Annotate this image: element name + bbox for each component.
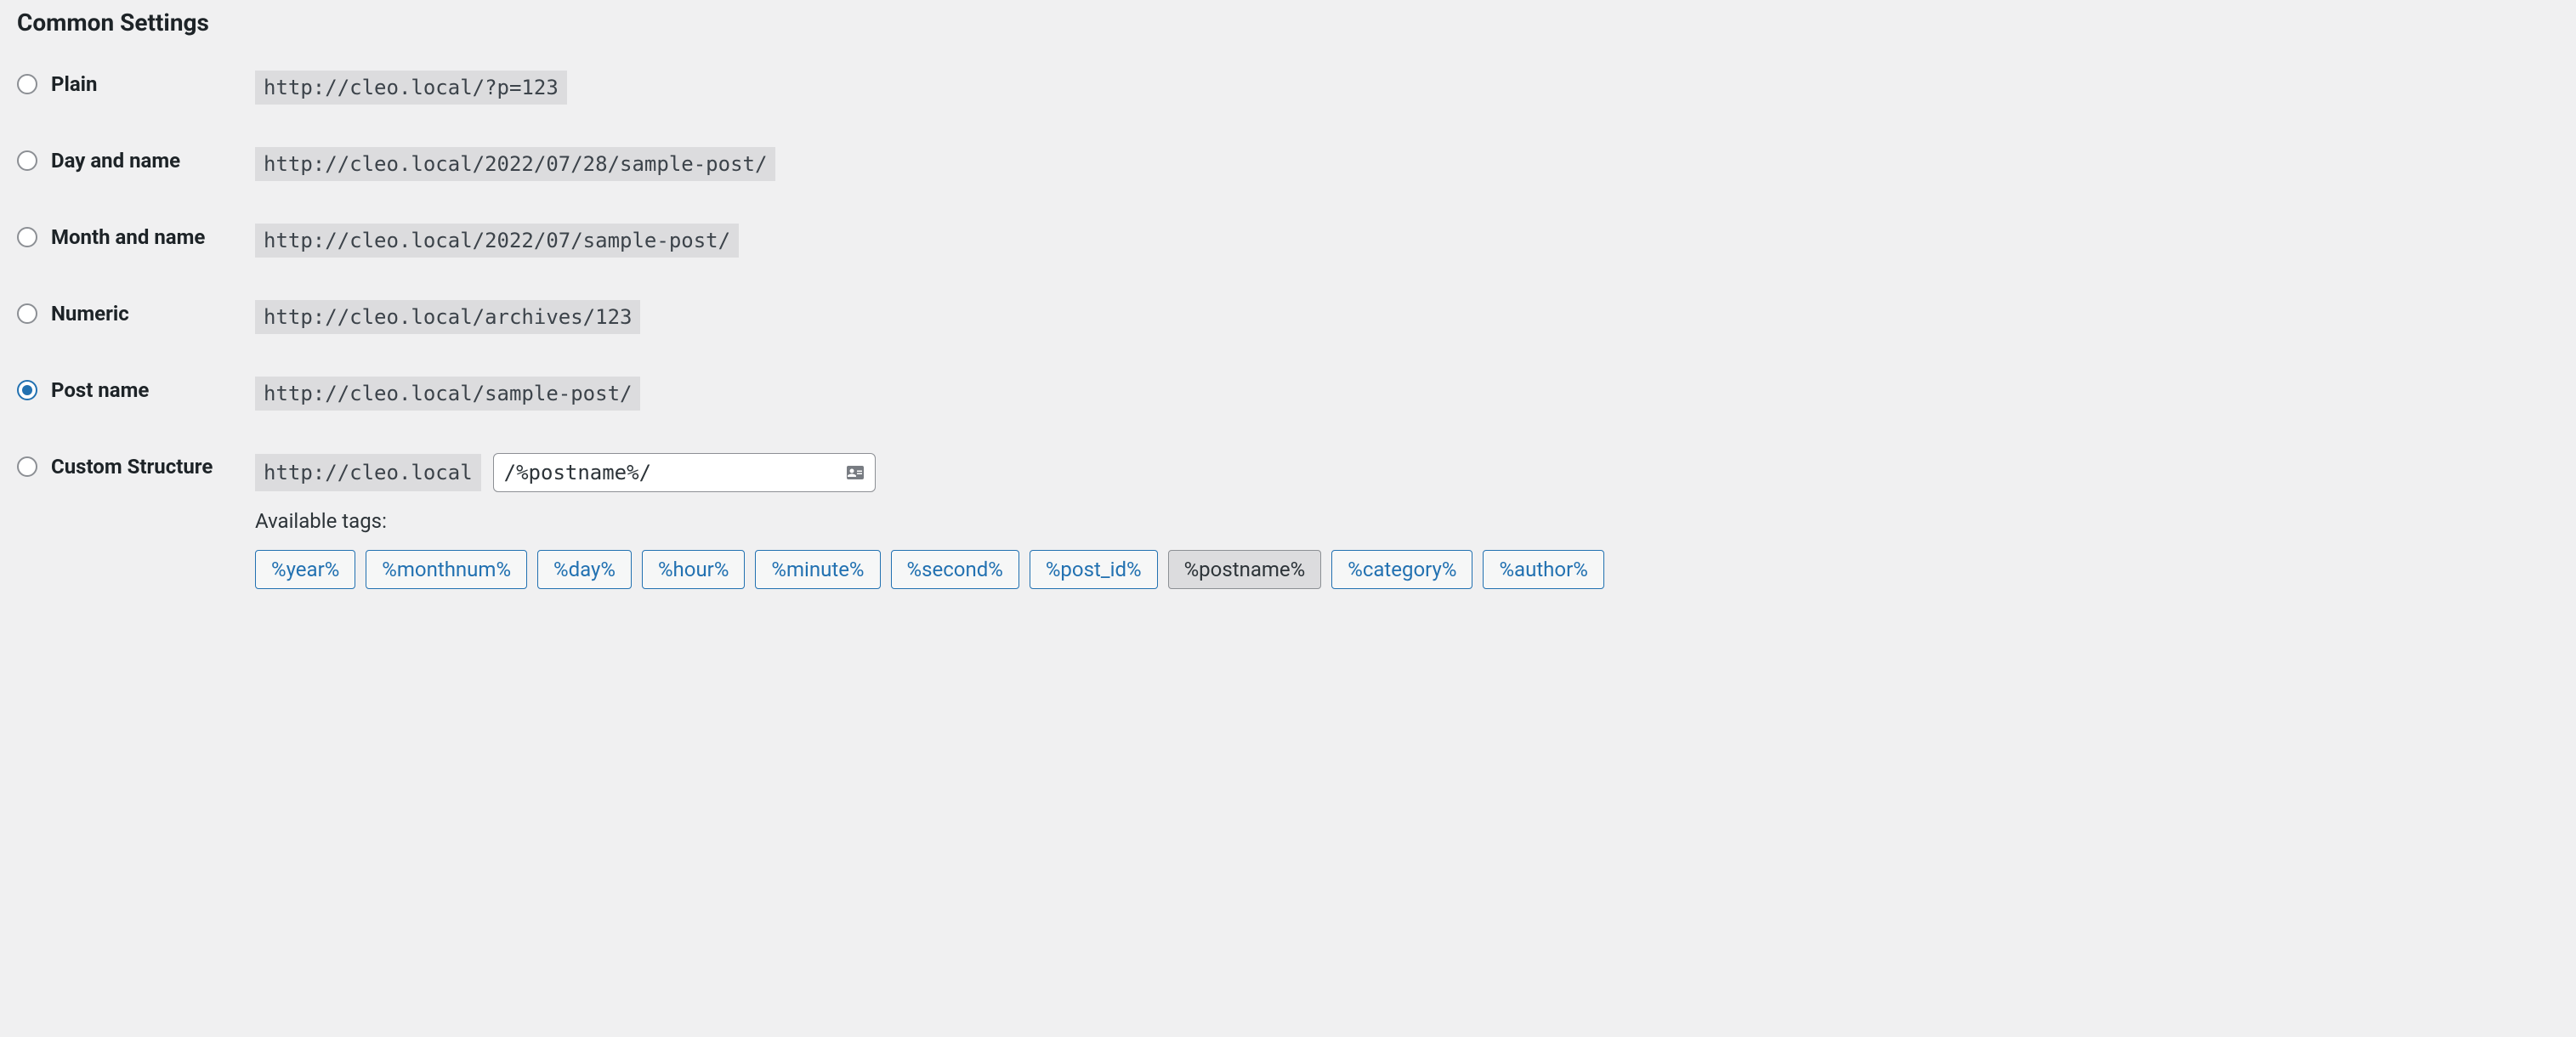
label-day-name: Day and name — [51, 149, 180, 173]
sample-month-name: http://cleo.local/2022/07/sample-post/ — [255, 224, 739, 258]
tag-category[interactable]: %category% — [1331, 550, 1472, 589]
tags-list: %year% %monthnum% %day% %hour% %minute% … — [255, 550, 2559, 589]
tag-hour[interactable]: %hour% — [642, 550, 745, 589]
radio-day-name[interactable] — [17, 150, 37, 171]
tag-post-id[interactable]: %post_id% — [1030, 550, 1158, 589]
option-row-day-name: Day and name http://cleo.local/2022/07/2… — [17, 147, 2559, 181]
custom-prefix: http://cleo.local — [255, 454, 481, 491]
permalink-settings-table: Plain http://cleo.local/?p=123 Day and n… — [17, 71, 2559, 589]
tag-day[interactable]: %day% — [537, 550, 632, 589]
radio-month-name[interactable] — [17, 227, 37, 247]
option-row-numeric: Numeric http://cleo.local/archives/123 — [17, 300, 2559, 334]
label-post-name: Post name — [51, 378, 149, 402]
tag-monthnum[interactable]: %monthnum% — [366, 550, 527, 589]
label-month-name: Month and name — [51, 225, 205, 249]
tag-author[interactable]: %author% — [1483, 550, 1603, 589]
tag-minute[interactable]: %minute% — [755, 550, 880, 589]
sample-numeric: http://cleo.local/archives/123 — [255, 300, 640, 334]
radio-numeric[interactable] — [17, 303, 37, 324]
sample-post-name: http://cleo.local/sample-post/ — [255, 377, 640, 411]
tag-postname[interactable]: %postname% — [1168, 550, 1322, 589]
option-row-post-name: Post name http://cleo.local/sample-post/ — [17, 377, 2559, 411]
label-plain: Plain — [51, 72, 97, 96]
label-numeric: Numeric — [51, 302, 129, 326]
tag-second[interactable]: %second% — [891, 550, 1019, 589]
radio-post-name[interactable] — [17, 380, 37, 400]
radio-plain[interactable] — [17, 74, 37, 94]
section-heading: Common Settings — [17, 8, 2559, 37]
option-row-month-name: Month and name http://cleo.local/2022/07… — [17, 224, 2559, 258]
label-custom: Custom Structure — [51, 455, 213, 479]
sample-day-name: http://cleo.local/2022/07/28/sample-post… — [255, 147, 775, 181]
option-row-custom: Custom Structure http://cleo.local Avail… — [17, 453, 2559, 589]
radio-custom[interactable] — [17, 456, 37, 477]
tag-year[interactable]: %year% — [255, 550, 355, 589]
custom-structure-input[interactable] — [493, 453, 876, 492]
available-tags-label: Available tags: — [255, 509, 2559, 533]
option-row-plain: Plain http://cleo.local/?p=123 — [17, 71, 2559, 105]
sample-plain: http://cleo.local/?p=123 — [255, 71, 567, 105]
